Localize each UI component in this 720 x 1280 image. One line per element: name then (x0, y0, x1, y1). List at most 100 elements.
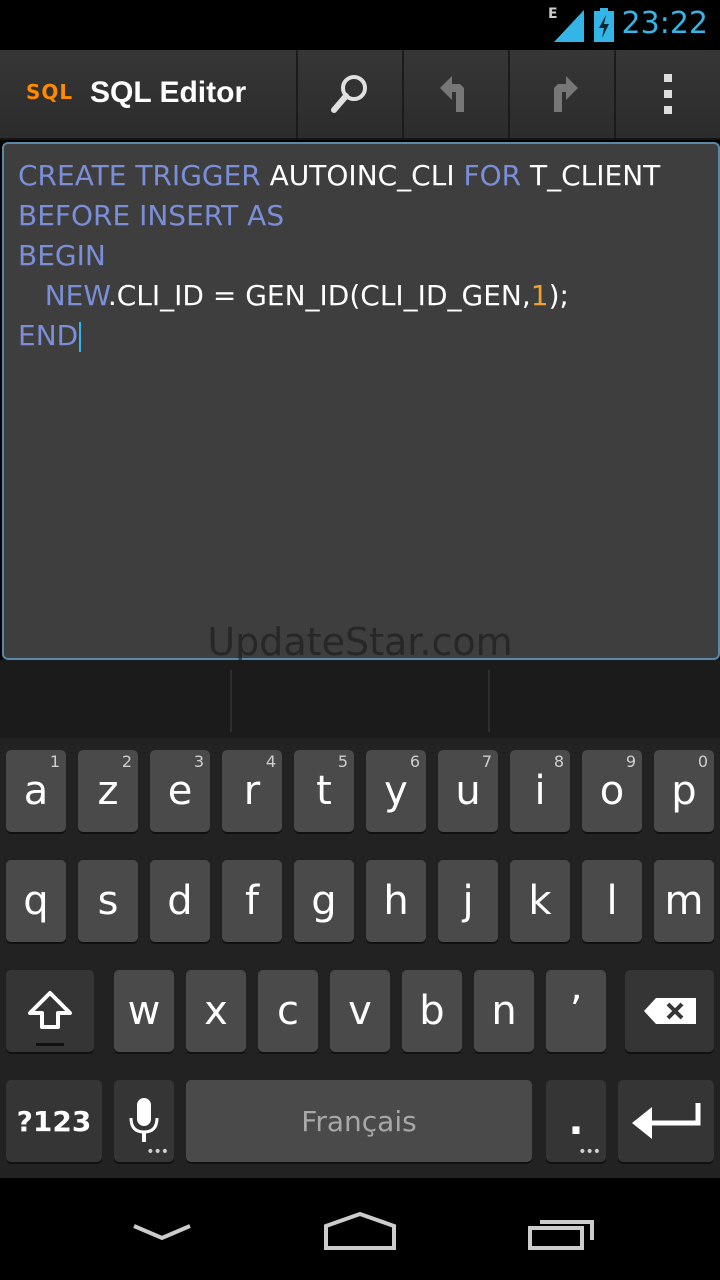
home-button[interactable] (310, 1202, 410, 1262)
key-label: l (606, 878, 618, 924)
key-t[interactable]: t5 (294, 750, 354, 832)
key-label: t (316, 768, 332, 814)
recent-apps-icon (528, 1220, 594, 1250)
space-bar[interactable]: Français (186, 1080, 532, 1162)
key-m[interactable]: m (654, 860, 714, 942)
key-label: q (23, 878, 49, 924)
more-options-dots: ••• (578, 1144, 601, 1160)
sql-code[interactable]: CREATE TRIGGER AUTOINC_CLI FOR T_CLIENT … (18, 156, 660, 356)
key-label: s (97, 878, 119, 924)
key-g[interactable]: g (294, 860, 354, 942)
key-label: x (204, 988, 228, 1034)
undo-button[interactable] (404, 50, 510, 138)
more-options-dots: ••• (146, 1144, 169, 1160)
key-label: u (455, 768, 481, 814)
action-bar: SQL SQL Editor (0, 50, 720, 140)
code-token: AUTOINC_CLI (269, 159, 464, 192)
app-title-block[interactable]: SQL SQL Editor (0, 50, 298, 138)
recent-apps-button[interactable] (512, 1202, 612, 1262)
key-label: y (384, 768, 408, 814)
key-label: v (348, 988, 372, 1034)
search-button[interactable] (298, 50, 404, 138)
battery-icon (594, 8, 614, 42)
key-o[interactable]: o9 (582, 750, 642, 832)
redo-button[interactable] (510, 50, 616, 138)
shift-key[interactable] (6, 970, 94, 1052)
app-title: SQL Editor (90, 76, 247, 109)
watermark: UpdateStar.com (207, 620, 513, 664)
key-hint: 6 (409, 752, 420, 771)
key-label: a (23, 768, 49, 814)
key-label: r (243, 768, 261, 814)
hide-keyboard-icon (133, 1224, 191, 1241)
key-label: i (534, 768, 546, 814)
key-r[interactable]: r4 (222, 750, 282, 832)
key-k[interactable]: k (510, 860, 570, 942)
overflow-menu-button[interactable] (616, 50, 720, 138)
key-label: z (97, 768, 119, 814)
key-y[interactable]: y6 (366, 750, 426, 832)
key-d[interactable]: d (150, 860, 210, 942)
voice-input-key[interactable]: ••• (114, 1080, 174, 1162)
code-token: 1 (530, 279, 549, 312)
key-b[interactable]: b (402, 970, 462, 1052)
key-f[interactable]: f (222, 860, 282, 942)
key-label: g (311, 878, 337, 924)
shift-icon (28, 991, 72, 1029)
shift-indicator (36, 1043, 64, 1046)
signal-icon (554, 10, 584, 42)
key-label: b (419, 988, 445, 1034)
key-label: p (671, 768, 697, 814)
symbols-key[interactable]: ?123 (6, 1080, 102, 1162)
period-key[interactable]: . ••• (546, 1080, 606, 1162)
key-w[interactable]: w (114, 970, 174, 1052)
home-icon (324, 1212, 396, 1250)
key-v[interactable]: v (330, 970, 390, 1052)
key-c[interactable]: c (258, 970, 318, 1052)
key-label: h (383, 878, 409, 924)
key-hint: 9 (625, 752, 636, 771)
suggestion-divider (230, 670, 232, 732)
key-label: f (244, 878, 260, 924)
key-z[interactable]: z2 (78, 750, 138, 832)
code-token: CREATE TRIGGER (18, 159, 270, 192)
key-p[interactable]: p0 (654, 750, 714, 832)
key-h[interactable]: h (366, 860, 426, 942)
key-hint: 2 (121, 752, 132, 771)
key-hint: 4 (265, 752, 276, 771)
key-hint: 3 (193, 752, 204, 771)
code-token: NEW (44, 279, 108, 312)
app-logo: SQL (26, 80, 74, 104)
enter-key[interactable] (618, 1080, 714, 1162)
key-q[interactable]: q (6, 860, 66, 942)
key-x[interactable]: x (186, 970, 246, 1052)
suggestion-divider (488, 670, 490, 732)
navigation-bar (0, 1178, 720, 1280)
key-a[interactable]: a1 (6, 750, 66, 832)
sql-editor[interactable]: CREATE TRIGGER AUTOINC_CLI FOR T_CLIENT … (2, 142, 720, 660)
undo-icon (440, 76, 464, 112)
key-’[interactable]: ’ (546, 970, 606, 1052)
redo-icon (554, 76, 578, 112)
status-bar: E 23:22 (0, 0, 720, 50)
suggestion-strip (0, 660, 720, 738)
key-s[interactable]: s (78, 860, 138, 942)
key-e[interactable]: e3 (150, 750, 210, 832)
key-hint: 0 (697, 752, 708, 771)
key-label: n (491, 988, 517, 1034)
search-icon (331, 75, 367, 113)
back-button[interactable] (112, 1202, 212, 1262)
key-j[interactable]: j (438, 860, 498, 942)
key-n[interactable]: n (474, 970, 534, 1052)
key-i[interactable]: i8 (510, 750, 570, 832)
key-hint: 7 (481, 752, 492, 771)
period-label: . (568, 1098, 584, 1144)
key-label: k (528, 878, 552, 924)
key-l[interactable]: l (582, 860, 642, 942)
backspace-key[interactable] (625, 970, 714, 1052)
key-label: j (462, 878, 474, 924)
key-u[interactable]: u7 (438, 750, 498, 832)
key-label: d (167, 878, 193, 924)
key-label: e (167, 768, 193, 814)
key-hint: 8 (553, 752, 564, 771)
